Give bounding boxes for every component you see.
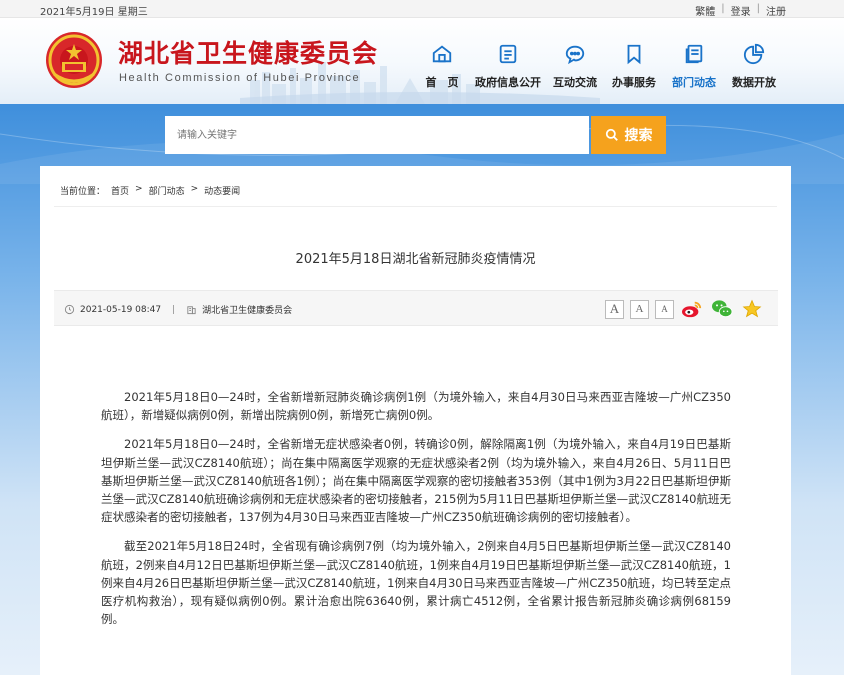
nav-government-info-label: 政府信息公开 [475, 76, 541, 89]
top-bar: 2021年5月19日 星期三 繁體 | 登录 | 注册 [0, 0, 844, 18]
breadcrumb-news-highlights[interactable]: 动态要闻 [204, 184, 240, 197]
top-links: 繁體 | 登录 | 注册 [695, 3, 786, 18]
main-nav: 首 页 政府信息公开 互动交流 办事服务 部门动态 数据开放 [414, 40, 784, 90]
article-tools: A A A [605, 298, 764, 320]
home-icon [414, 40, 470, 68]
publish-info: 2021-05-19 08:47 | 湖北省卫生健康委员会 [64, 303, 292, 316]
article-source: 湖北省卫生健康委员会 [202, 306, 293, 316]
search-icon [605, 128, 618, 141]
clock-icon [64, 304, 75, 315]
breadcrumb-prefix: 当前位置： [60, 187, 106, 197]
nav-department-news-label: 部门动态 [672, 76, 716, 89]
national-emblem-logo [46, 32, 102, 88]
article-paragraph: 2021年5月18日0—24时，全省新增新冠肺炎确诊病例1例（为境外输入，来自4… [101, 390, 731, 423]
divider: | [172, 304, 176, 315]
divider [54, 206, 777, 207]
font-size-small-button[interactable]: A [655, 299, 674, 319]
nav-interaction-label: 互动交流 [553, 76, 597, 89]
nav-government-info[interactable]: 政府信息公开 [470, 40, 546, 90]
breadcrumb-separator: > [190, 184, 199, 194]
register-link[interactable]: 注册 [766, 3, 786, 18]
breadcrumb-department-news[interactable]: 部门动态 [149, 184, 185, 197]
article-card: 当前位置： 首页 > 部门动态 > 动态要闻 2021年5月18日湖北省新冠肺炎… [40, 166, 791, 675]
wechat-icon [712, 300, 733, 318]
nav-department-news[interactable]: 部门动态 [664, 40, 724, 90]
favorite-button[interactable] [740, 298, 764, 320]
nav-open-data[interactable]: 数据开放 [724, 40, 784, 90]
site-header: 湖北省卫生健康委员会 Health Commission of Hubei Pr… [0, 18, 844, 104]
star-icon [742, 299, 762, 318]
share-weibo-button[interactable] [680, 298, 704, 320]
search-bar: 搜索 [165, 116, 666, 154]
current-date: 2021年5月19日 星期三 [40, 7, 148, 18]
nav-interaction[interactable]: 互动交流 [546, 40, 604, 90]
article-paragraph: 截至2021年5月18日24时，全省现有确诊病例7例（均为境外输入，2例来自4月… [101, 539, 731, 627]
pie-chart-icon [724, 40, 784, 68]
nav-home[interactable]: 首 页 [414, 40, 470, 90]
breadcrumb: 当前位置： 首页 > 部门动态 > 动态要闻 [60, 184, 240, 197]
article-body: 2021年5月18日0—24时，全省新增新冠肺炎确诊病例1例（为境外输入，来自4… [101, 388, 731, 639]
site-title-english: Health Commission of Hubei Province [119, 72, 361, 84]
login-link[interactable]: 登录 [731, 3, 751, 18]
nav-home-label: 首 页 [425, 76, 459, 89]
divider: | [721, 3, 725, 14]
site-title[interactable]: 湖北省卫生健康委员会 [118, 34, 378, 70]
article-meta-bar: 2021-05-19 08:47 | 湖北省卫生健康委员会 A A A [54, 290, 778, 326]
bookmark-icon [604, 40, 664, 68]
font-size-large-button[interactable]: A [605, 299, 624, 319]
breadcrumb-separator: > [135, 184, 143, 194]
font-size-medium-button[interactable]: A [630, 299, 649, 319]
divider: | [756, 3, 760, 14]
traditional-chinese-link[interactable]: 繁體 [695, 3, 715, 18]
search-input[interactable] [165, 116, 589, 154]
publish-datetime: 2021-05-19 08:47 [80, 304, 162, 315]
breadcrumb-home[interactable]: 首页 [111, 184, 129, 197]
news-icon [664, 40, 724, 68]
building-icon [187, 306, 196, 315]
nav-services[interactable]: 办事服务 [604, 40, 664, 90]
weibo-icon [682, 301, 702, 318]
article-title: 2021年5月18日湖北省新冠肺炎疫情情况 [295, 252, 536, 267]
article-paragraph: 2021年5月18日0—24时，全省新增无症状感染者0例，转确诊0例，解除隔离1… [101, 437, 731, 525]
nav-services-label: 办事服务 [612, 76, 656, 89]
share-wechat-button[interactable] [710, 298, 734, 320]
search-button-label: 搜索 [624, 128, 653, 144]
nav-open-data-label: 数据开放 [732, 76, 776, 89]
document-icon [470, 40, 546, 68]
chat-icon [546, 40, 604, 68]
search-button[interactable]: 搜索 [591, 116, 666, 154]
